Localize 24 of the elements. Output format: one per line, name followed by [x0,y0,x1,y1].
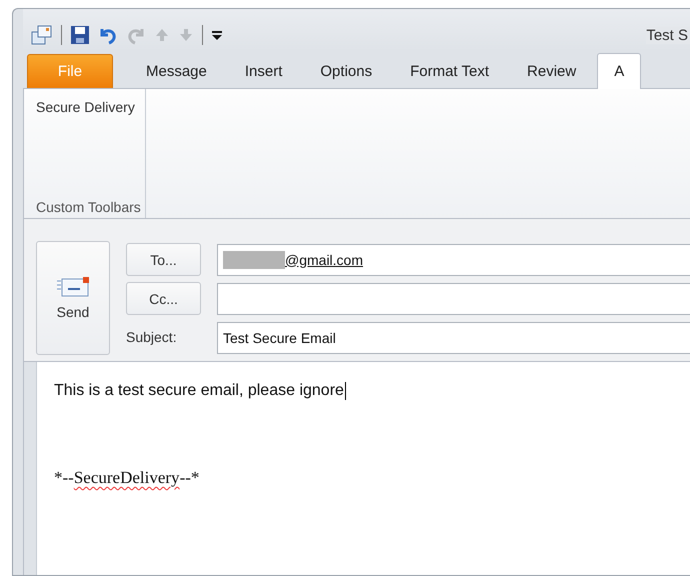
message-text: This is a test secure email, please ignore [54,382,346,400]
envelope-icon [56,276,90,298]
signature-line: *--SecureDelivery--* [54,468,200,488]
save-icon[interactable] [70,25,90,45]
ribbon-tab[interactable]: A [597,53,642,89]
subject-field[interactable]: Test Secure Email [217,322,690,354]
ribbon-tab[interactable]: Format Text [393,54,506,88]
window-title: Test S [646,26,690,44]
field-label: Subject: [126,328,178,347]
ribbon-tab[interactable]: Insert [228,54,300,88]
up-arrow-icon [154,27,170,43]
ribbon-button[interactable]: Secure Delivery [36,99,135,115]
down-arrow-icon [178,27,194,43]
address-field[interactable] [217,282,690,314]
address-field[interactable]: @gmail.com [217,244,690,276]
ribbon-tab[interactable]: Options [303,54,390,88]
ribbon-tab[interactable]: Message [129,54,224,88]
send-receive-icon[interactable] [31,25,53,45]
ribbon-tab[interactable]: Review [510,54,594,88]
customize-icon[interactable] [211,29,223,41]
address-button[interactable]: To... [126,243,201,276]
address-button[interactable]: Cc... [126,282,201,315]
send-button[interactable]: Send [36,241,110,355]
group-label: Custom Toolbars [36,199,141,215]
